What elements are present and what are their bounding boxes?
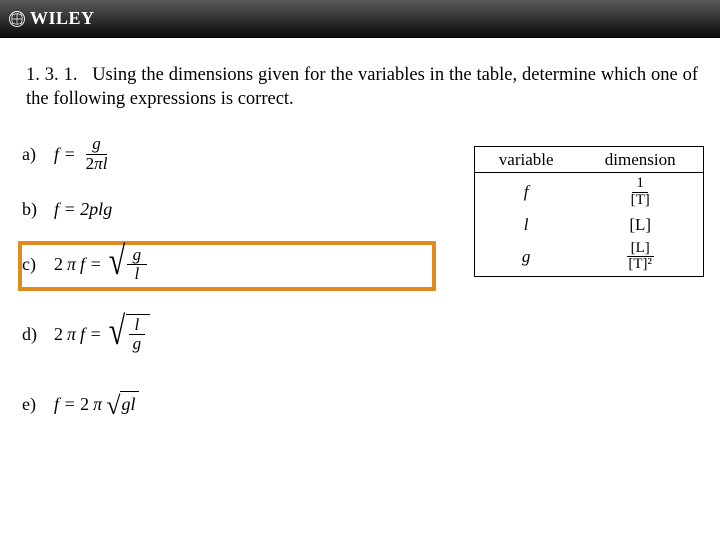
- correct-answer-highlight: [18, 241, 436, 291]
- table-row: g [L] [T]²: [475, 238, 703, 277]
- pi: π: [93, 394, 102, 415]
- table-row: l [L]: [475, 212, 703, 238]
- option-d-formula: 2πf = √ l g: [54, 314, 150, 355]
- brand-name: WILEY: [30, 8, 95, 29]
- formula-lhs: f =: [54, 144, 76, 165]
- pi: π: [67, 324, 76, 345]
- option-e-label: e): [22, 394, 44, 415]
- option-b-label: b): [22, 199, 44, 220]
- frac-den: 2πl: [80, 155, 114, 174]
- f-eq: f =: [80, 324, 102, 345]
- frac-num: l: [129, 316, 146, 336]
- var-cell: f: [475, 173, 577, 212]
- option-d: d) 2πf = √ l g: [22, 313, 698, 355]
- sqrt-icon: √ gl: [106, 391, 138, 417]
- question-number: 1. 3. 1.: [26, 65, 77, 85]
- wiley-logo-icon: [8, 10, 26, 28]
- option-a-formula: f = g 2πl: [54, 135, 113, 173]
- dim-cell: [L]: [577, 212, 703, 238]
- dimensions-table: variable dimension f 1 [T] l [L] g: [474, 146, 704, 277]
- option-a-label: a): [22, 144, 44, 165]
- e-lhs: f = 2: [54, 394, 89, 415]
- table-header-variable: variable: [475, 147, 577, 173]
- question-body: Using the dimensions given for the varia…: [26, 65, 698, 109]
- var-cell: l: [475, 212, 577, 238]
- option-e: e) f = 2π √ gl: [22, 383, 698, 425]
- option-d-label: d): [22, 324, 44, 345]
- option-b-formula: f = 2plg: [54, 199, 112, 220]
- frac-den: g: [127, 335, 148, 354]
- sqrt-body-text: gl: [121, 394, 135, 415]
- question-text: 1. 3. 1. Using the dimensions given for …: [22, 64, 698, 111]
- wiley-logo: WILEY: [8, 8, 95, 29]
- frac-num: g: [86, 135, 107, 155]
- two: 2: [54, 324, 63, 345]
- var-cell: g: [475, 238, 577, 277]
- option-e-formula: f = 2π √ gl: [54, 391, 139, 417]
- dim-cell: 1 [T]: [577, 173, 703, 212]
- wiley-header: WILEY: [0, 0, 720, 38]
- table-row: f 1 [T]: [475, 173, 703, 212]
- sqrt-icon: √ l g: [106, 314, 150, 355]
- table-header-dimension: dimension: [577, 147, 703, 173]
- dim-cell: [L] [T]²: [577, 238, 703, 277]
